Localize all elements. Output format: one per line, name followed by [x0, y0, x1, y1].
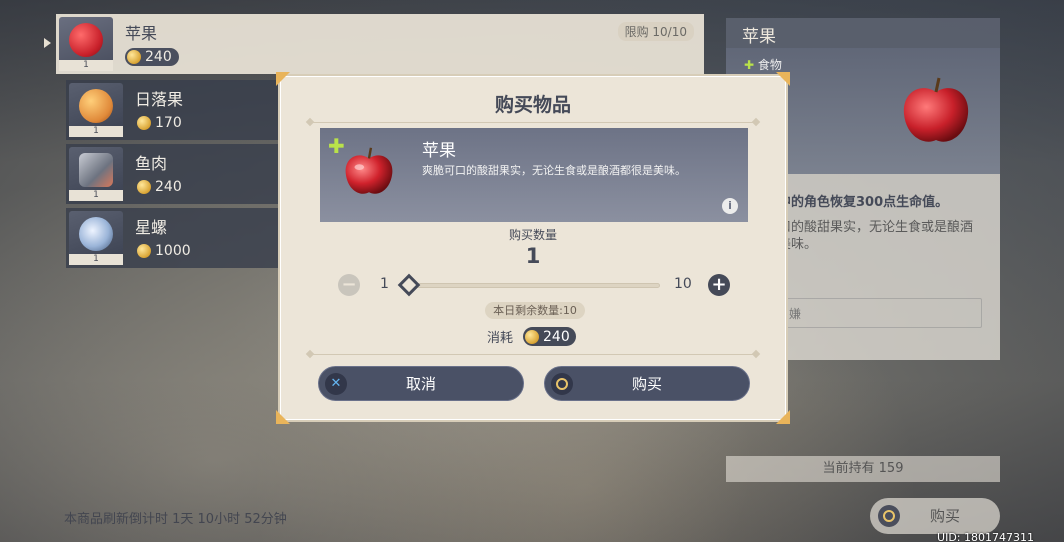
background-buy-button[interactable]: 购买 [870, 498, 1000, 534]
shop-item-starconch[interactable]: 1 星螺 1000 [66, 208, 286, 268]
item-thumbnail: 1 [69, 147, 123, 201]
dialog-title: 购买物品 [494, 94, 571, 116]
selection-arrow-icon [44, 38, 51, 48]
purchase-limit-badge: 限购 10/10 [617, 22, 694, 41]
corner-ornament [276, 72, 290, 86]
corner-ornament [776, 72, 790, 86]
fish-icon [79, 153, 113, 187]
item-price: 1000 [135, 242, 198, 260]
item-name: 苹果 [125, 24, 158, 43]
apple-icon [345, 147, 393, 194]
detail-source-box: 嫌 [782, 298, 982, 328]
mora-coin-icon [127, 50, 141, 64]
mora-coin-icon [137, 244, 151, 258]
item-count: 1 [69, 190, 123, 201]
confirm-buy-button[interactable]: 购买 [544, 366, 750, 401]
corner-ornament [276, 410, 290, 424]
apple-icon [69, 23, 103, 57]
confirm-circle-icon [878, 505, 900, 527]
slider-min: 1 [380, 276, 389, 292]
cost-label: 消耗 [487, 331, 514, 346]
mora-coin-icon [137, 116, 151, 130]
slider-max: 10 [674, 276, 692, 292]
item-name: 鱼肉 [135, 154, 168, 173]
uid-label: UID: 1801747311 [937, 531, 1034, 542]
plus-icon: ✚ [744, 58, 755, 72]
decrease-button[interactable]: − [338, 274, 360, 296]
confirm-circle-icon [551, 373, 573, 395]
item-thumbnail: 1 [59, 17, 113, 71]
increase-button[interactable]: + [708, 274, 730, 296]
info-icon[interactable]: i [722, 198, 738, 214]
apple-icon [903, 77, 969, 142]
cost-row: 消耗 240 [487, 327, 576, 346]
divider [310, 354, 756, 355]
detail-title: 苹果 [726, 18, 1000, 48]
item-thumbnail: 1 [69, 211, 123, 265]
item-name: 苹果 [422, 141, 456, 161]
quantity-label: 购买数量 [508, 228, 557, 242]
item-card: ✚ 苹果 爽脆可口的酸甜果实，无论生食或是酿酒都很是美味。 i [320, 128, 748, 222]
item-name: 星螺 [135, 218, 168, 237]
refresh-countdown: 本商品刷新倒计时 1天 10小时 52分钟 [64, 512, 287, 527]
mora-coin-icon [525, 329, 540, 344]
item-count: 1 [69, 254, 123, 265]
cancel-button[interactable]: 取消 [318, 366, 524, 401]
quantity-value: 1 [525, 244, 541, 268]
owned-count: 当前持有 159 [726, 456, 1000, 482]
item-count: 1 [69, 126, 123, 137]
item-name: 日落果 [135, 90, 184, 109]
detail-effect: 中的角色恢复300点生命值。 口的酸甜果实，无论生食或是酿酒 美味。 [778, 195, 974, 252]
corner-ornament [776, 410, 790, 424]
item-price: 170 [135, 114, 189, 132]
remaining-badge: 本日剩余数量:10 [485, 302, 585, 319]
shop-item-fish[interactable]: 1 鱼肉 240 [66, 144, 286, 204]
shop-item-apple[interactable]: 1 苹果 240 限购 10/10 [44, 14, 704, 74]
item-count: 1 [59, 60, 113, 71]
shop-item-sunsettia[interactable]: 1 日落果 170 [66, 80, 286, 140]
sunsettia-icon [79, 89, 113, 123]
mora-coin-icon [137, 180, 151, 194]
cost-pill: 240 [523, 327, 576, 346]
item-price: 240 [135, 178, 189, 196]
slider-handle[interactable] [397, 273, 421, 297]
divider [310, 122, 756, 123]
cancel-x-icon [325, 366, 347, 401]
detail-category: ✚ 食物 [744, 58, 782, 72]
starconch-icon [79, 217, 113, 251]
item-thumbnail: 1 [69, 83, 123, 137]
item-price: 240 [125, 48, 179, 66]
purchase-dialog: 购买物品 ✚ 苹果 爽脆可口的酸甜果实，无论生食或是酿酒都很是美味。 i 购买数… [276, 72, 790, 424]
quantity-slider[interactable] [397, 273, 660, 297]
item-description: 爽脆可口的酸甜果实，无论生食或是酿酒都很是美味。 [422, 164, 686, 177]
